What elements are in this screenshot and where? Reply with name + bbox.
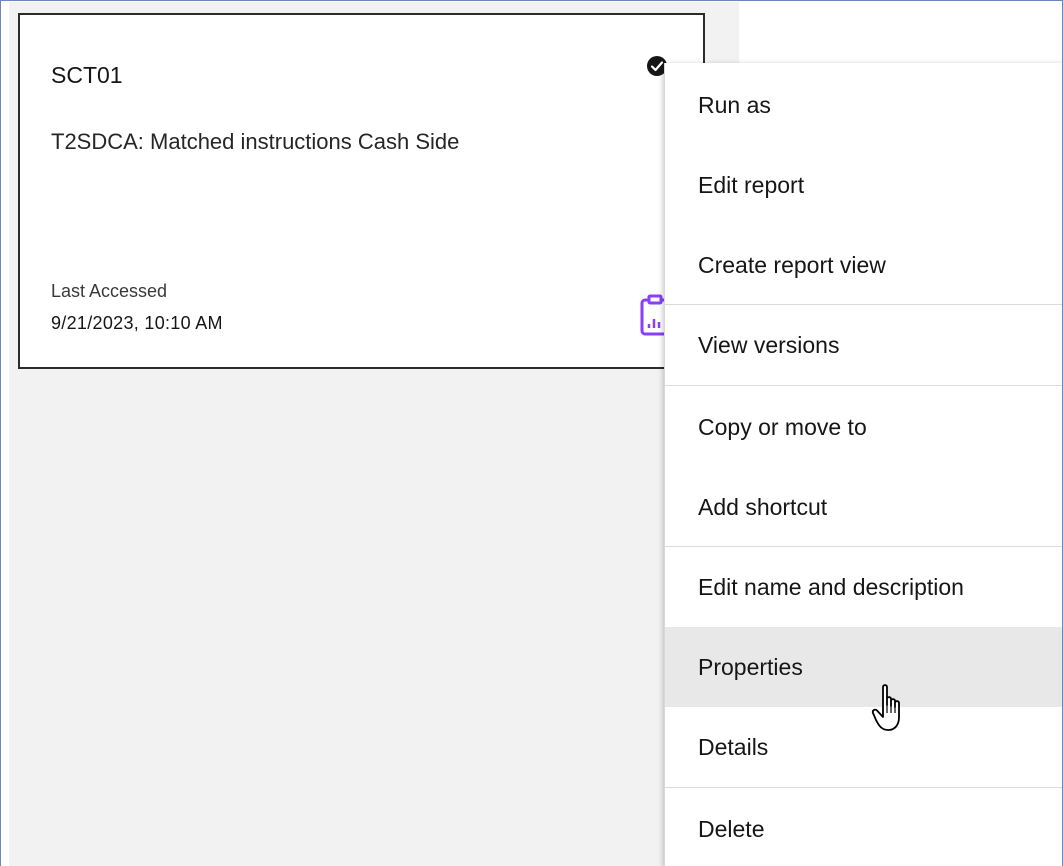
overflow-menu: Run as Edit report Create report view Vi… — [664, 63, 1062, 866]
menu-item-label: Details — [698, 733, 769, 760]
hand-pointer-icon — [871, 684, 900, 731]
card-title: SCT01 — [51, 62, 123, 88]
menu-item-details[interactable]: Details — [665, 707, 1062, 787]
last-accessed-value: 9/21/2023, 10:10 AM — [51, 313, 223, 333]
menu-item-delete[interactable]: Delete — [665, 789, 1062, 866]
menu-item-label: Copy or move to — [698, 413, 867, 440]
menu-divider — [665, 787, 1062, 788]
menu-item-view-versions[interactable]: View versions — [665, 305, 1062, 385]
menu-item-label: Properties — [698, 653, 803, 680]
menu-item-label: Delete — [698, 815, 765, 842]
menu-item-copy-or-move[interactable]: Copy or move to — [665, 387, 1062, 467]
menu-item-edit-report[interactable]: Edit report — [665, 145, 1062, 225]
report-card[interactable]: SCT01 T2SDCA: Matched instructions Cash … — [18, 13, 705, 369]
menu-item-label: Run as — [698, 91, 771, 118]
menu-item-properties[interactable]: Properties — [665, 627, 1062, 707]
menu-item-label: Add shortcut — [698, 493, 828, 520]
menu-item-run-as[interactable]: Run as — [665, 65, 1062, 145]
menu-item-edit-name-description[interactable]: Edit name and description — [665, 547, 1062, 627]
menu-item-label: Edit name and description — [698, 573, 964, 600]
menu-divider — [665, 385, 1062, 386]
menu-item-label: Edit report — [698, 171, 805, 198]
menu-item-create-report-view[interactable]: Create report view — [665, 225, 1062, 305]
menu-item-label: Create report view — [698, 251, 886, 278]
menu-item-add-shortcut[interactable]: Add shortcut — [665, 467, 1062, 547]
menu-item-label: View versions — [698, 331, 840, 358]
card-description: T2SDCA: Matched instructions Cash Side — [51, 129, 460, 154]
screenshot-frame: SCT01 T2SDCA: Matched instructions Cash … — [0, 0, 1063, 866]
last-accessed-label: Last Accessed — [51, 281, 168, 301]
